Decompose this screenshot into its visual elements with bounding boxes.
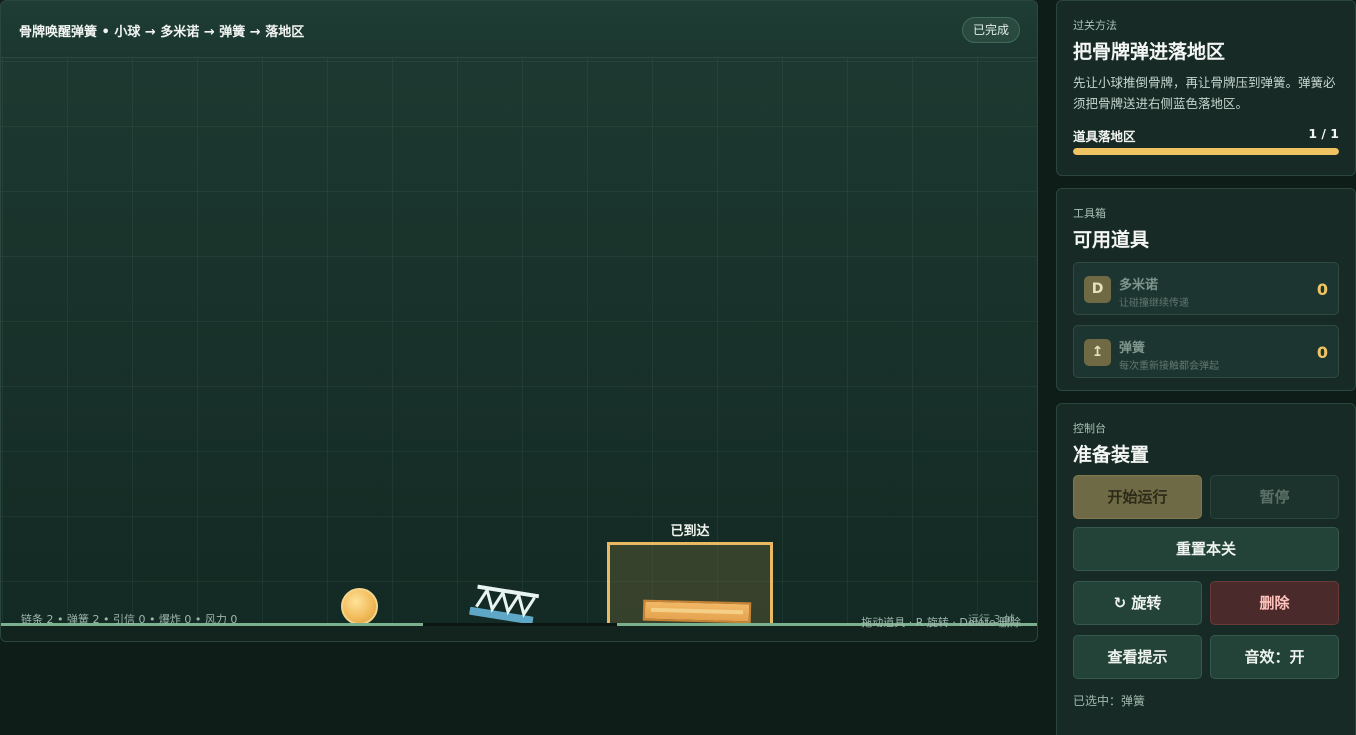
toolbox-card: 工具箱 可用道具 D 多米诺 让碰撞继续传递 0 ↥ 弹簧 每次重新接触都会弹起… (1056, 188, 1356, 391)
tool-description: 每次重新接触都会弹起 (1119, 361, 1219, 372)
landing-zone-label: 已到达 (670, 524, 710, 539)
toolbox-eyebrow: 工具箱 (1073, 207, 1106, 220)
ball (341, 588, 378, 625)
tool-name: 多米诺 (1119, 278, 1159, 293)
selected-item-text: 已选中：弹簧 (1073, 694, 1146, 708)
delete-button[interactable]: 删除 (1210, 581, 1339, 625)
spring-prop[interactable] (467, 584, 541, 626)
domino-icon: D (1084, 276, 1111, 303)
progress-bar (1073, 148, 1339, 155)
controls-card: 控制台 准备装置 开始运行 暂停 重置本关 ↻ 旋转 删除 查看提示 音效：开 … (1056, 403, 1356, 735)
controls-hint: 拖动道具 · R 旋转 · Delete 删除 (861, 616, 1021, 629)
progress-label: 道具落地区 (1073, 129, 1136, 144)
progress-count: 1 / 1 (1308, 126, 1339, 141)
stats-readout: 链条 2 • 弹簧 2 • 引信 0 • 爆炸 0 • 风力 0 (21, 613, 238, 626)
tool-domino[interactable]: D 多米诺 让碰撞继续传递 0 (1073, 262, 1339, 315)
show-hint-button[interactable]: 查看提示 (1073, 635, 1202, 679)
sound-toggle-button[interactable]: 音效：开 (1210, 635, 1339, 679)
spring-icon: ↥ (1084, 339, 1111, 366)
tool-description: 让碰撞继续传递 (1119, 298, 1189, 309)
reset-level-button[interactable]: 重置本关 (1073, 527, 1339, 571)
goal-title: 把骨牌弹进落地区 (1073, 41, 1226, 63)
tool-count: 0 (1316, 280, 1328, 299)
controls-title: 准备装置 (1073, 444, 1150, 466)
tool-spring[interactable]: ↥ 弹簧 每次重新接触都会弹起 0 (1073, 325, 1339, 378)
tool-count: 0 (1316, 343, 1328, 362)
tool-name: 弹簧 (1119, 341, 1146, 356)
status-badge: 已完成 (961, 17, 1020, 43)
goal-card: 过关方法 把骨牌弹进落地区 先让小球推倒骨牌，再让骨牌压到弹簧。弹簧必须把骨牌送… (1056, 0, 1356, 176)
game-header: 骨牌唤醒弹簧 • 小球 → 多米诺 → 弹簧 → 落地区 已完成 (1, 1, 1037, 58)
controls-eyebrow: 控制台 (1073, 422, 1106, 435)
goal-description: 先让小球推倒骨牌，再让骨牌压到弹簧。弹簧必须把骨牌送进右侧蓝色落地区。 (1073, 75, 1336, 111)
progress-fill (1073, 148, 1339, 155)
game-canvas[interactable]: 骨牌唤醒弹簧 • 小球 → 多米诺 → 弹簧 → 落地区 已完成 已到达 链条 … (0, 0, 1038, 642)
domino-block[interactable] (642, 599, 752, 624)
rotate-button[interactable]: ↻ 旋转 (1073, 581, 1202, 625)
toolbox-title: 可用道具 (1073, 229, 1150, 251)
progress-row: 道具落地区 1 / 1 (1073, 126, 1339, 144)
goal-eyebrow: 过关方法 (1073, 19, 1117, 32)
pause-button[interactable]: 暂停 (1210, 475, 1339, 519)
grid-background (1, 58, 1037, 623)
domino-stripe (650, 607, 744, 615)
level-title: 骨牌唤醒弹簧 • 小球 → 多米诺 → 弹簧 → 落地区 (19, 25, 305, 40)
start-button[interactable]: 开始运行 (1073, 475, 1202, 519)
